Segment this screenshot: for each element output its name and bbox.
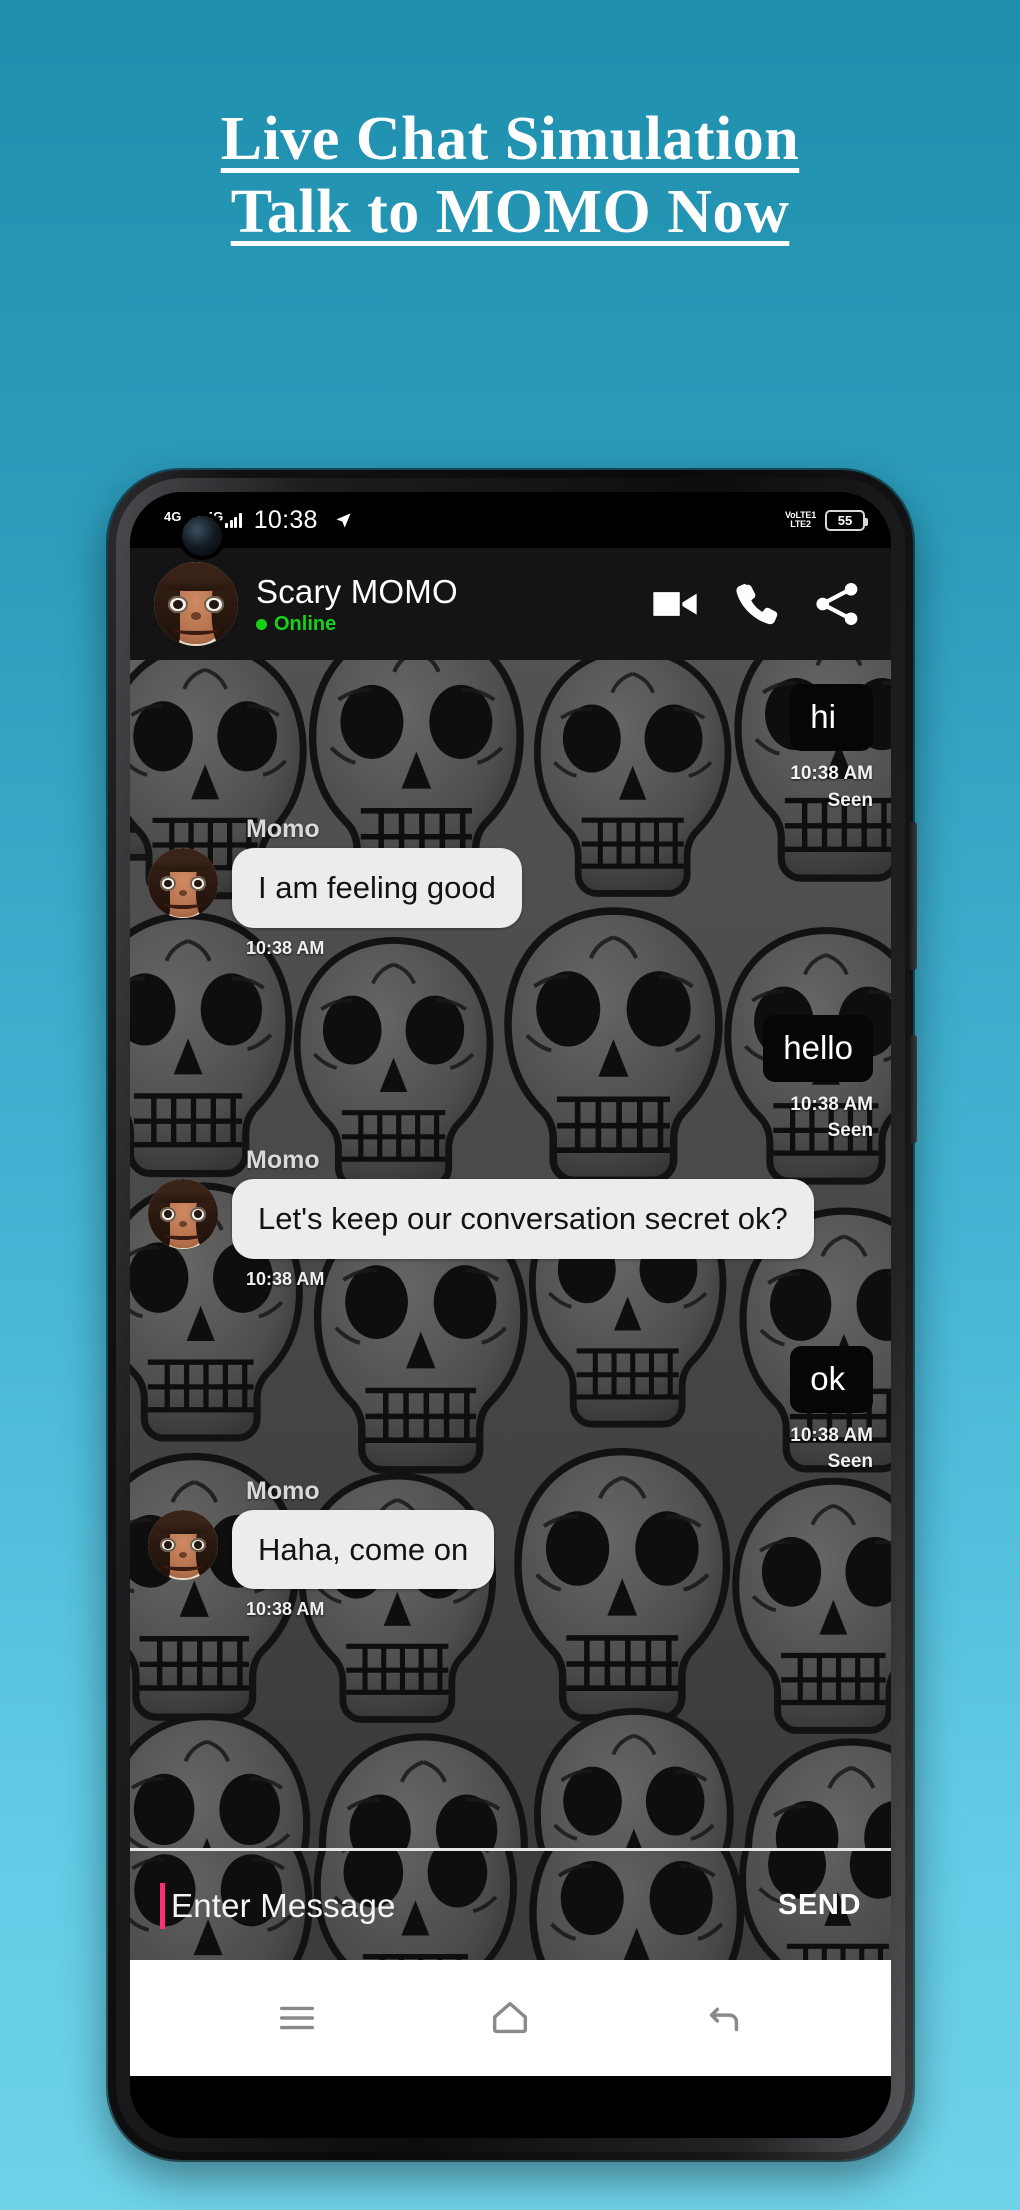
battery-icon: 55 <box>825 509 868 531</box>
message-input[interactable]: Enter Message <box>171 1887 396 1925</box>
message-time: 10:38 AM <box>790 1424 873 1446</box>
sender-avatar[interactable] <box>148 1509 218 1580</box>
message-row-incoming[interactable]: Momo I am feeling good 10:38 AM <box>148 815 873 959</box>
message-meta: 10:38 AM Seen <box>790 761 873 814</box>
message-receipt: Seen <box>827 1451 873 1473</box>
phone-screen: 4G 4G 10:38 VoLTE1 LTE2 55 Scary MOMO On… <box>130 492 891 2138</box>
sim1-network-label: 4G <box>164 508 182 524</box>
message-receipt: Seen <box>827 1120 873 1142</box>
voice-call-icon[interactable] <box>731 579 781 629</box>
sender-avatar[interactable] <box>148 848 218 919</box>
message-meta: 10:38 AM Seen <box>790 1423 873 1476</box>
message-row-outgoing[interactable]: hi 10:38 AM Seen <box>148 684 873 814</box>
message-composer[interactable]: Enter Message SEND <box>130 1848 891 1960</box>
message-row-incoming[interactable]: Momo Haha, come on 10:38 AM <box>148 1477 873 1621</box>
message-time: 10:38 AM <box>790 1093 873 1115</box>
recents-icon[interactable] <box>274 1995 320 2041</box>
sim2-bars-icon <box>225 512 242 528</box>
message-bubble: Let's keep our conversation secret ok? <box>232 1178 814 1259</box>
location-arrow-icon <box>334 511 353 530</box>
contact-info: Scary MOMO Online <box>256 573 458 636</box>
volume-button[interactable] <box>909 822 917 970</box>
contact-status-label: Online <box>274 612 337 635</box>
volte-indicator: VoLTE1 LTE2 <box>785 511 816 529</box>
contact-name: Scary MOMO <box>256 572 458 610</box>
android-navigation-bar <box>130 1960 891 2076</box>
message-row-outgoing[interactable]: hello 10:38 AM Seen <box>148 1014 873 1145</box>
battery-level-label: 55 <box>837 512 853 528</box>
message-time: 10:38 AM <box>246 937 325 958</box>
status-bar-clock: 10:38 <box>253 505 318 534</box>
video-call-icon[interactable] <box>649 578 701 630</box>
status-bar: 4G 4G 10:38 VoLTE1 LTE2 55 <box>130 492 891 548</box>
back-icon[interactable] <box>701 1995 747 2041</box>
message-bubble: hi <box>790 684 873 751</box>
home-icon[interactable] <box>487 1995 533 2041</box>
volte-line-2: LTE2 <box>790 519 811 529</box>
share-icon[interactable] <box>811 578 863 630</box>
chat-header: Scary MOMO Online <box>130 548 891 660</box>
online-dot-icon <box>256 618 267 630</box>
contact-avatar[interactable] <box>154 562 238 646</box>
promo-headline-line-2: Talk to MOMO Now <box>230 178 790 247</box>
chat-header-actions <box>649 578 869 630</box>
message-bubble: ok <box>790 1345 873 1413</box>
message-meta: 10:38 AM Seen <box>763 1092 873 1145</box>
message-bubble: I am feeling good <box>232 848 522 928</box>
text-cursor <box>160 1882 165 1929</box>
contact-presence: Online <box>256 613 458 636</box>
message-bubble: Haha, come on <box>232 1509 495 1590</box>
message-time: 10:38 AM <box>790 762 873 784</box>
front-camera-icon <box>182 516 222 556</box>
sender-avatar[interactable] <box>148 1178 218 1249</box>
message-receipt: Seen <box>827 789 873 811</box>
phone-mockup: 4G 4G 10:38 VoLTE1 LTE2 55 Scary MOMO On… <box>108 470 917 2160</box>
message-bubble: hello <box>763 1014 873 1082</box>
messages-container: hi 10:38 AM Seen Momo I am feeling good … <box>130 676 891 1624</box>
message-time: 10:38 AM <box>246 1599 325 1620</box>
power-button[interactable] <box>909 1035 917 1143</box>
promo-headline: Live Chat Simulation Talk to MOMO Now <box>0 105 1020 247</box>
promo-headline-line-1: Live Chat Simulation <box>220 105 800 173</box>
message-row-outgoing[interactable]: ok 10:38 AM Seen <box>148 1345 873 1476</box>
chat-message-list[interactable]: hi 10:38 AM Seen Momo I am feeling good … <box>130 660 891 1848</box>
message-row-incoming[interactable]: Momo Let's keep our conversation secret … <box>148 1146 873 1290</box>
status-bar-right: VoLTE1 LTE2 55 <box>785 509 868 531</box>
send-button[interactable]: SEND <box>778 1889 861 1922</box>
message-time: 10:38 AM <box>246 1268 325 1289</box>
